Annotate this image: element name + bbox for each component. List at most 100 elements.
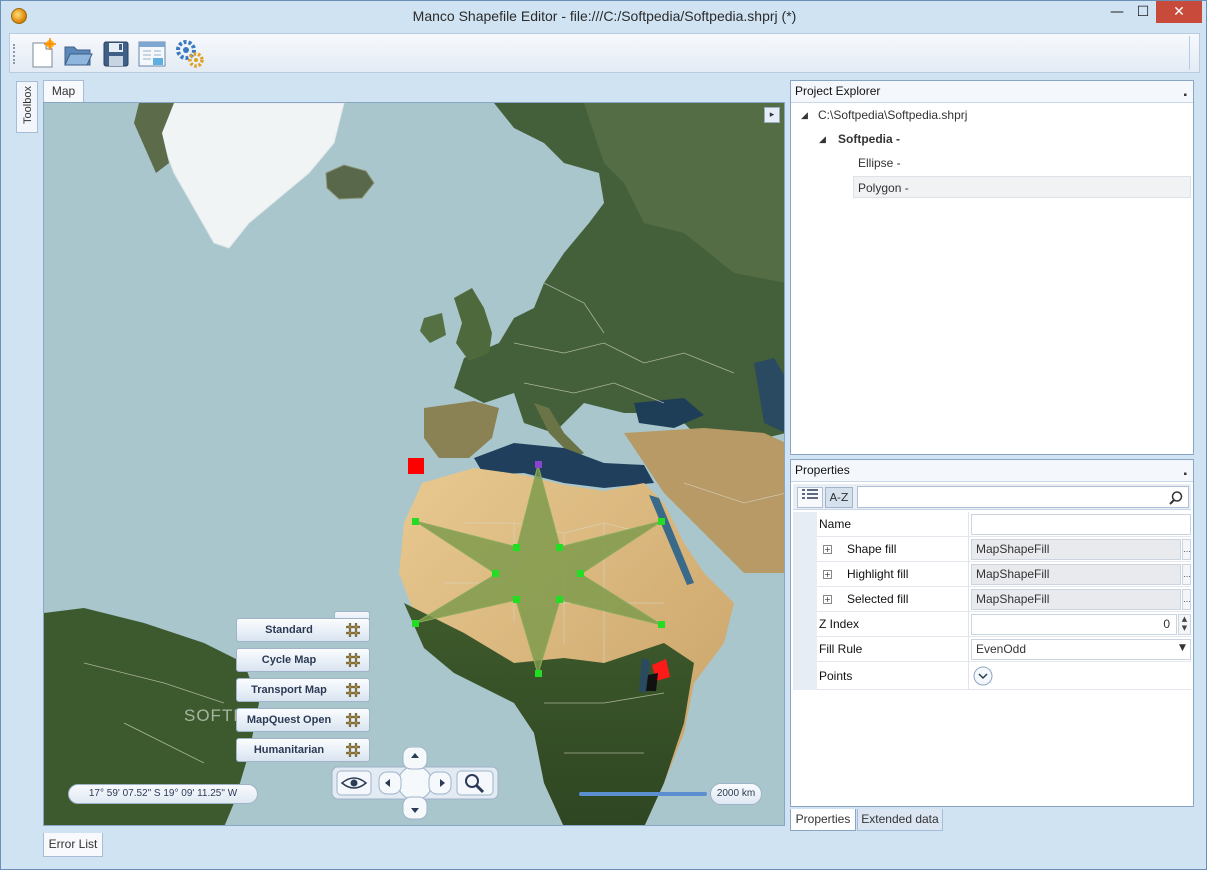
highlight-fill-value[interactable]: MapShapeFill <box>971 564 1181 585</box>
layer-button-transport-map[interactable]: Transport Map <box>236 678 370 702</box>
new-file-icon <box>32 38 56 68</box>
property-row-points[interactable]: Points <box>793 662 1191 690</box>
toolbox-tab[interactable]: Toolbox <box>16 81 38 133</box>
expand-plus-icon[interactable]: + <box>823 545 832 554</box>
tab-properties[interactable]: Properties <box>790 809 856 831</box>
new-file-button[interactable] <box>26 38 58 70</box>
expand-plus-icon[interactable]: + <box>823 595 832 604</box>
dropdown-arrow-icon[interactable]: ▼ <box>1179 643 1186 653</box>
properties-panel: Properties ▪ A-Z Name Shape fill + MapSh… <box>790 459 1194 807</box>
project-explorer-panel: Project Explorer ▪ ◢ C:\Softpedia\Softpe… <box>790 80 1194 455</box>
main-toolbar <box>9 33 1200 73</box>
toolbar-overflow[interactable] <box>1189 36 1197 70</box>
save-button[interactable] <box>100 38 132 70</box>
scale-label: 2000 km <box>710 783 762 805</box>
expand-chevron-icon[interactable] <box>973 666 993 686</box>
tree-node-label: Polygon - <box>858 181 909 195</box>
property-gutter <box>793 562 817 587</box>
property-label: Fill Rule <box>819 637 969 662</box>
settings-button[interactable] <box>174 38 206 70</box>
tab-extended-data[interactable]: Extended data <box>857 809 943 831</box>
collapse-triangle-icon[interactable]: ◢ <box>801 104 808 126</box>
property-gutter <box>793 662 817 690</box>
alphabetical-sort-button[interactable]: A-Z <box>825 487 853 508</box>
property-gutter <box>793 637 817 662</box>
stepper-arrows[interactable]: ▲ ▼ <box>1178 614 1191 635</box>
properties-search-input[interactable] <box>857 486 1189 508</box>
property-row-name[interactable]: Name <box>793 512 1191 537</box>
open-button[interactable] <box>62 38 94 70</box>
layer-button-mapquest-open[interactable]: MapQuest Open <box>236 708 370 732</box>
grid-icon <box>346 713 360 727</box>
properties-toolbar: A-Z <box>793 484 1191 510</box>
properties-window-icon <box>138 41 166 67</box>
categorized-list-icon <box>802 489 818 499</box>
name-field[interactable] <box>971 514 1191 535</box>
tab-error-list[interactable]: Error List <box>43 833 103 857</box>
map-view[interactable]: ▸ SOFTPEDIA Standard Cycle Map Transport… <box>43 102 785 826</box>
window-title: Manco Shapefile Editor - file:///C:/Soft… <box>412 8 797 24</box>
title-bar[interactable]: Manco Shapefile Editor - file:///C:/Soft… <box>1 1 1206 31</box>
zoom-search-icon[interactable] <box>456 770 494 796</box>
application-window: Manco Shapefile Editor - file:///C:/Soft… <box>0 0 1207 870</box>
project-explorer-header: Project Explorer ▪ <box>791 81 1193 103</box>
map-corner-toggle[interactable]: ▸ <box>764 107 780 123</box>
pin-icon[interactable]: ▪ <box>1183 464 1187 485</box>
property-row-fill-rule[interactable]: Fill Rule EvenOdd ▼ <box>793 637 1191 662</box>
property-row-shape-fill[interactable]: Shape fill + MapShapeFill … <box>793 537 1191 562</box>
grid-icon <box>346 623 360 637</box>
grid-icon <box>346 653 360 667</box>
toolbox-strip: Toolbox <box>13 81 39 861</box>
tree-node-polygon[interactable]: Polygon - <box>853 176 1191 198</box>
toolbar-grip[interactable] <box>13 44 16 64</box>
property-label: Points <box>819 662 969 690</box>
shape-marker-square <box>408 458 424 474</box>
shape-fill-value[interactable]: MapShapeFill <box>971 539 1181 560</box>
property-row-z-index[interactable]: Z Index 0 ▲ ▼ <box>793 612 1191 637</box>
property-label: Shape fill <box>819 537 969 562</box>
property-label: Z Index <box>819 612 969 637</box>
tree-node-layer[interactable]: ◢ Softpedia - <box>819 128 1179 150</box>
pan-control[interactable] <box>378 747 452 820</box>
layer-label: Standard <box>265 624 313 636</box>
fill-rule-select[interactable]: EvenOdd <box>971 639 1191 660</box>
satellite-map-image <box>44 103 784 825</box>
property-label: Selected fill <box>819 587 969 612</box>
close-button[interactable]: ✕ <box>1156 1 1202 23</box>
layer-button-cycle-map[interactable]: Cycle Map <box>236 648 370 672</box>
settings-gears-icon <box>176 40 204 68</box>
project-explorer-title: Project Explorer <box>795 84 881 98</box>
property-gutter <box>793 512 817 537</box>
layer-button-standard[interactable]: Standard <box>236 618 370 642</box>
property-gutter <box>793 587 817 612</box>
tree-node-root[interactable]: ◢ C:\Softpedia\Softpedia.shprj <box>801 104 1181 126</box>
selected-fill-value[interactable]: MapShapeFill <box>971 589 1181 610</box>
property-row-highlight-fill[interactable]: Highlight fill + MapShapeFill … <box>793 562 1191 587</box>
tree-node-ellipse[interactable]: Ellipse - <box>853 152 1191 174</box>
layer-label: MapQuest Open <box>246 714 332 726</box>
open-folder-icon <box>64 46 93 66</box>
tree-node-label: Ellipse - <box>858 156 901 170</box>
scale-bar <box>579 792 707 796</box>
pin-icon[interactable]: ▪ <box>1183 85 1187 106</box>
grid-icon <box>346 683 360 697</box>
collapse-triangle-icon[interactable]: ◢ <box>819 128 826 150</box>
ellipsis-button[interactable]: … <box>1182 564 1191 585</box>
ellipsis-button[interactable]: … <box>1182 539 1191 560</box>
property-gutter <box>793 612 817 637</box>
property-gutter <box>793 537 817 562</box>
expand-plus-icon[interactable]: + <box>823 570 832 579</box>
ellipsis-button[interactable]: … <box>1182 589 1191 610</box>
save-icon <box>103 41 129 67</box>
maximize-button[interactable]: ☐ <box>1128 1 1158 23</box>
categorized-view-button[interactable] <box>797 487 823 508</box>
tab-map[interactable]: Map <box>43 80 84 102</box>
tree-node-label: Softpedia - <box>838 132 900 146</box>
property-row-selected-fill[interactable]: Selected fill + MapShapeFill … <box>793 587 1191 612</box>
search-icon <box>1169 491 1183 505</box>
eye-icon[interactable] <box>336 770 372 796</box>
z-index-stepper[interactable]: 0 <box>971 614 1177 635</box>
properties-window-button[interactable] <box>136 38 168 70</box>
toolbox-label: Toolbox <box>22 86 34 124</box>
tree-node-label: C:\Softpedia\Softpedia.shprj <box>818 108 968 122</box>
